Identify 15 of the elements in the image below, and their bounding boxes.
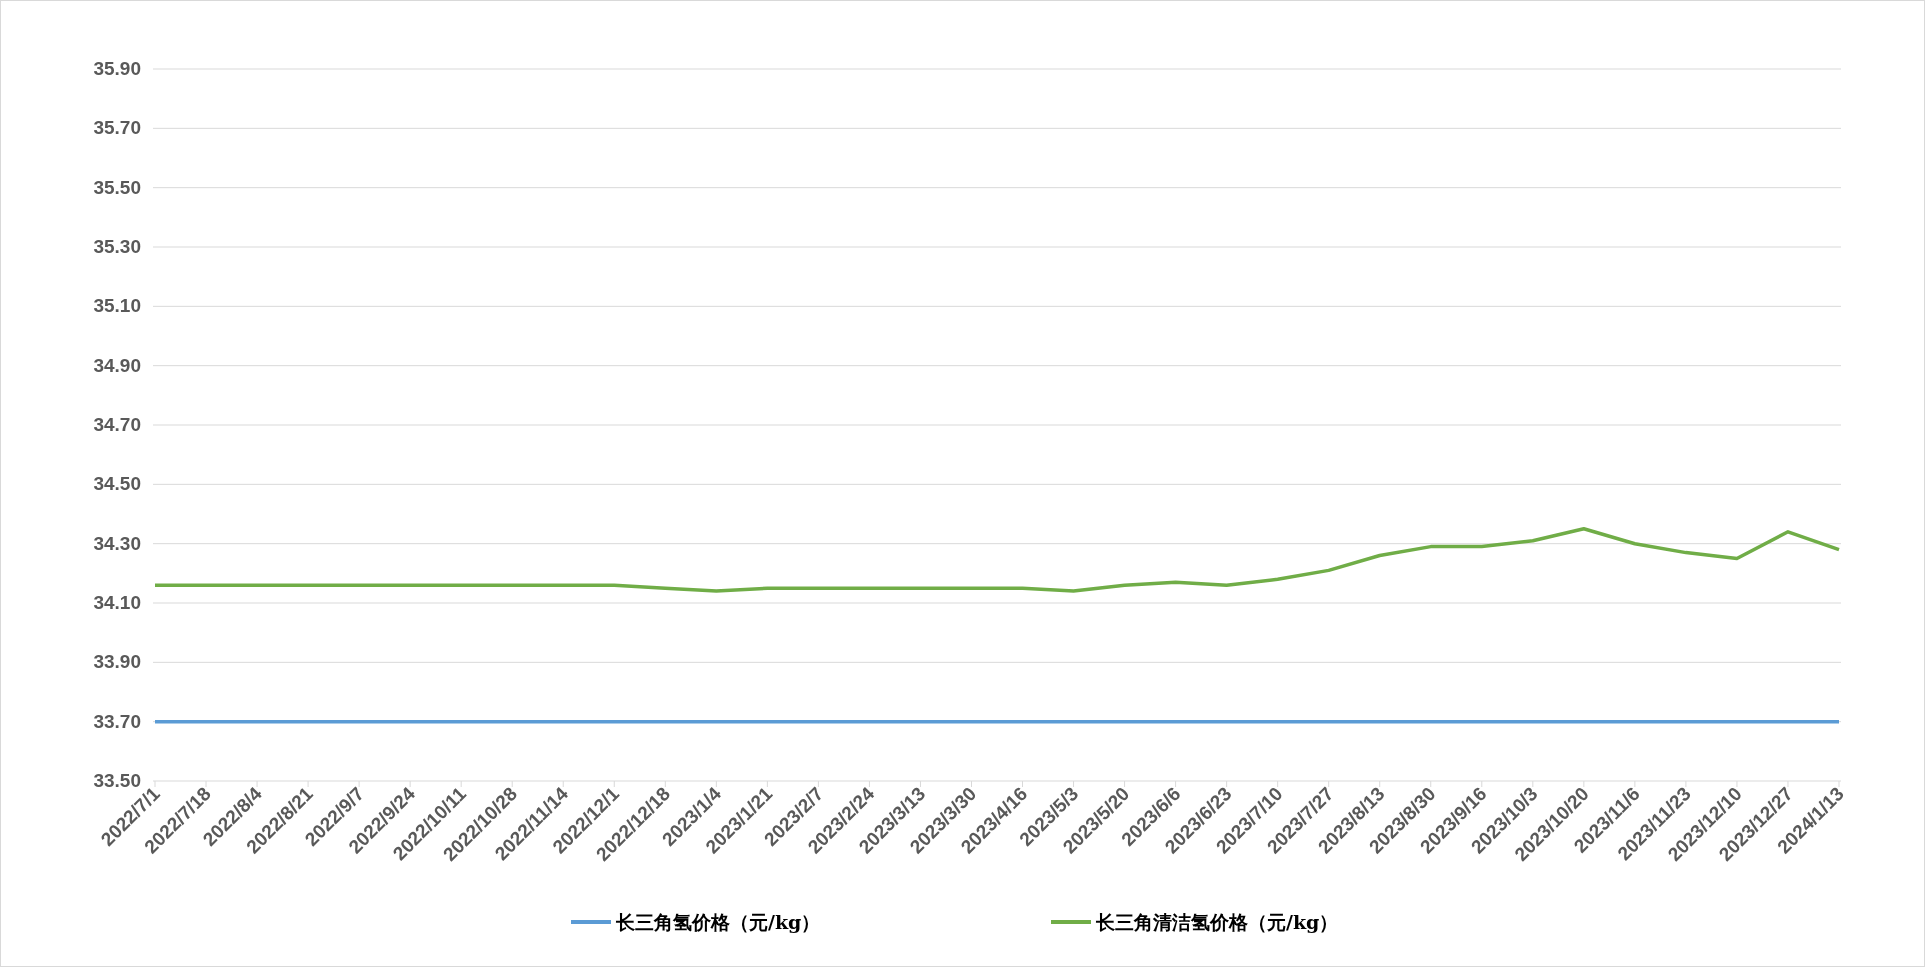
legend-label: 长三角氢价格（元/kg） [616,911,821,933]
y-axis-label: 35.10 [93,295,141,317]
y-axis-label: 35.90 [93,58,141,79]
y-axis-label: 34.30 [93,532,141,554]
y-axis-label: 34.90 [93,354,141,376]
y-axis-label: 34.70 [93,414,141,435]
y-axis-label: 35.50 [93,176,141,198]
y-axis-label: 34.10 [93,592,141,613]
y-axis-label: 35.30 [93,236,141,257]
y-axis-label: 35.70 [93,117,141,139]
y-axis-label: 34.50 [93,473,141,495]
y-axis-label: 33.50 [93,770,141,791]
y-axis-label: 33.90 [93,651,141,673]
legend-label: 长三角清洁氢价格（元/kg） [1096,911,1339,933]
y-axis-label: 33.70 [93,710,141,732]
